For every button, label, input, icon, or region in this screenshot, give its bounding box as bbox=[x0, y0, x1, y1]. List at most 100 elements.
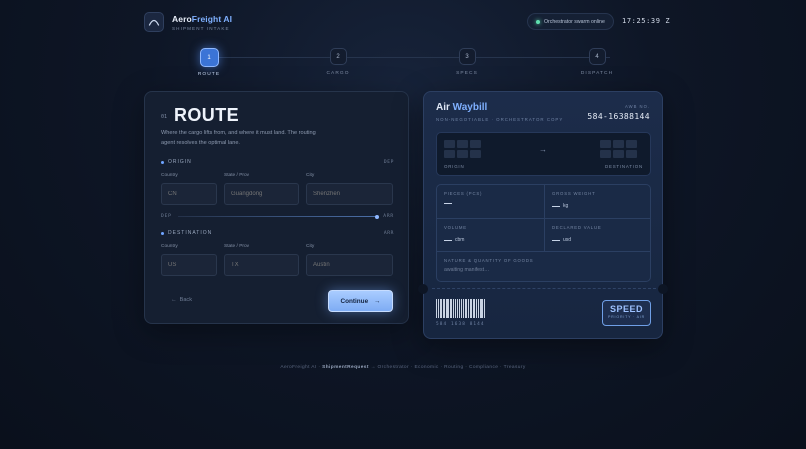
footer-prefix: AeroFreight AI · bbox=[280, 365, 321, 370]
step-label: SPECS bbox=[456, 71, 478, 76]
route-origin-label: ORIGIN bbox=[444, 164, 465, 169]
goods-value: awaiting manifest… bbox=[444, 267, 490, 273]
barcode-bar bbox=[459, 299, 460, 318]
brand-subtitle: SHIPMENT INTAKE bbox=[172, 25, 230, 31]
origin-city-input[interactable] bbox=[306, 183, 393, 205]
destination-label: DESTINATION bbox=[168, 230, 213, 236]
destination-code-tiles bbox=[600, 140, 637, 158]
footer-entity: ShipmentRequest bbox=[322, 365, 369, 370]
barcode-bar bbox=[441, 299, 442, 318]
destination-city-input[interactable] bbox=[306, 254, 393, 276]
barcode-bar bbox=[449, 299, 451, 318]
barcode-bar bbox=[483, 299, 485, 318]
barcode-bar bbox=[481, 299, 483, 318]
barcode-bar bbox=[447, 299, 449, 318]
gross-weight-label: GROSS WEIGHT bbox=[552, 191, 596, 196]
status-dot-icon bbox=[536, 19, 540, 24]
declared-value-cell: DECLARED VALUE usd bbox=[545, 219, 650, 249]
origin-group-header: ORIGIN DEP bbox=[161, 159, 394, 165]
barcode bbox=[436, 299, 485, 318]
destination-country-field: Country bbox=[161, 244, 217, 276]
route-divider: DEP ARR bbox=[161, 214, 394, 219]
volume-cell: VOLUME cbm bbox=[437, 219, 544, 249]
pieces-empty-value bbox=[444, 203, 452, 205]
origin-country-input[interactable] bbox=[161, 183, 217, 205]
origin-city-field: City bbox=[306, 173, 393, 205]
continue-label: Continue bbox=[340, 297, 369, 305]
barcode-bar bbox=[451, 299, 452, 318]
logo-icon bbox=[144, 12, 164, 32]
origin-label: ORIGIN bbox=[168, 159, 192, 165]
awb-label: AWB NO. bbox=[625, 104, 650, 109]
goods-cell: NATURE & QUANTITY OF GOODS awaiting mani… bbox=[437, 252, 650, 279]
step-number: 3 bbox=[458, 48, 476, 65]
origin-code-tiles bbox=[444, 140, 481, 158]
route-knob bbox=[375, 214, 380, 219]
step-route[interactable]: 1 ROUTE bbox=[179, 48, 239, 77]
waybill-details-grid: PIECES (PCS) GROSS WEIGHT kg VOLUME cbm … bbox=[436, 184, 651, 282]
barcode-bar bbox=[436, 299, 437, 318]
origin-code: DEP bbox=[383, 159, 394, 165]
barcode-bar bbox=[456, 299, 459, 318]
clock: 17:25:39 Z bbox=[622, 17, 671, 25]
declared-value-empty-value bbox=[552, 239, 560, 241]
origin-country-field: Country bbox=[161, 173, 217, 205]
destination-code: ARR bbox=[383, 230, 394, 236]
barcode-bar bbox=[479, 299, 481, 318]
step-number: 4 bbox=[588, 48, 606, 65]
barcode-bar bbox=[442, 299, 445, 318]
back-button[interactable]: ← Back bbox=[171, 297, 192, 303]
gross-weight-cell: GROSS WEIGHT kg bbox=[545, 185, 650, 215]
field-label: State / Prov bbox=[224, 244, 250, 249]
barcode-bar bbox=[476, 299, 478, 318]
declared-value-label: DECLARED VALUE bbox=[552, 225, 602, 230]
field-label: State / Prov bbox=[224, 173, 250, 178]
route-preview: ORIGIN → DESTINATION bbox=[436, 132, 651, 176]
gross-weight-unit: kg bbox=[563, 203, 569, 209]
step-label: ROUTE bbox=[197, 72, 221, 77]
barcode-bar bbox=[467, 299, 470, 318]
barcode-bar bbox=[445, 299, 447, 318]
step-cargo[interactable]: 2 CARGO bbox=[308, 48, 368, 76]
continue-button[interactable]: Continue → bbox=[328, 290, 393, 312]
stamp-subtitle: PRIORITY · AIR bbox=[607, 315, 646, 319]
declared-value-unit: usd bbox=[563, 237, 572, 243]
barcode-bar bbox=[452, 299, 454, 318]
origin-state-input[interactable] bbox=[224, 183, 299, 205]
field-label: Country bbox=[161, 173, 178, 178]
divider-left-label: DEP bbox=[161, 214, 172, 219]
origin-state-field: State / Prov bbox=[224, 173, 299, 205]
section-title: ROUTE bbox=[174, 105, 239, 125]
status-text: Orchestrator swarm online bbox=[544, 18, 605, 25]
waybill-title-part1: Air bbox=[436, 102, 453, 113]
step-number: 1 bbox=[199, 48, 219, 67]
section-number: 01 bbox=[161, 114, 168, 120]
barcode-bar bbox=[454, 299, 456, 318]
ticket-notch-right bbox=[658, 284, 668, 294]
waybill-title: Air Waybill bbox=[436, 102, 487, 113]
destination-country-input[interactable] bbox=[161, 254, 217, 276]
step-dispatch[interactable]: 4 DISPATCH bbox=[567, 48, 627, 76]
awb-number: 584-16388144 bbox=[587, 112, 650, 121]
route-destination-label: DESTINATION bbox=[605, 164, 643, 169]
step-label: CARGO bbox=[326, 71, 350, 76]
volume-label: VOLUME bbox=[444, 225, 467, 230]
stamp-title: SPEED bbox=[609, 304, 643, 314]
waybill-card: Air Waybill NON-NEGOTIABLE · ORCHESTRATO… bbox=[418, 91, 668, 339]
footer-chain: → Orchestrator · Economic · Routing · Co… bbox=[370, 365, 526, 370]
field-label: City bbox=[306, 244, 315, 249]
stepper-track bbox=[200, 57, 610, 58]
volume-unit: cbm bbox=[455, 237, 465, 243]
perforation-divider bbox=[432, 288, 656, 289]
bullet-icon bbox=[161, 231, 164, 235]
step-specs[interactable]: 3 SPECS bbox=[437, 48, 497, 76]
status-badge: Orchestrator swarm online bbox=[527, 13, 614, 30]
step-number: 2 bbox=[329, 48, 347, 65]
ticket-notch-left bbox=[418, 284, 428, 294]
arrow-right-icon: → bbox=[539, 145, 547, 154]
gross-weight-empty-value bbox=[552, 205, 560, 207]
pieces-cell: PIECES (PCS) bbox=[437, 185, 544, 212]
barcode-bar bbox=[462, 299, 464, 318]
field-label: Country bbox=[161, 244, 178, 249]
destination-state-input[interactable] bbox=[224, 254, 299, 276]
